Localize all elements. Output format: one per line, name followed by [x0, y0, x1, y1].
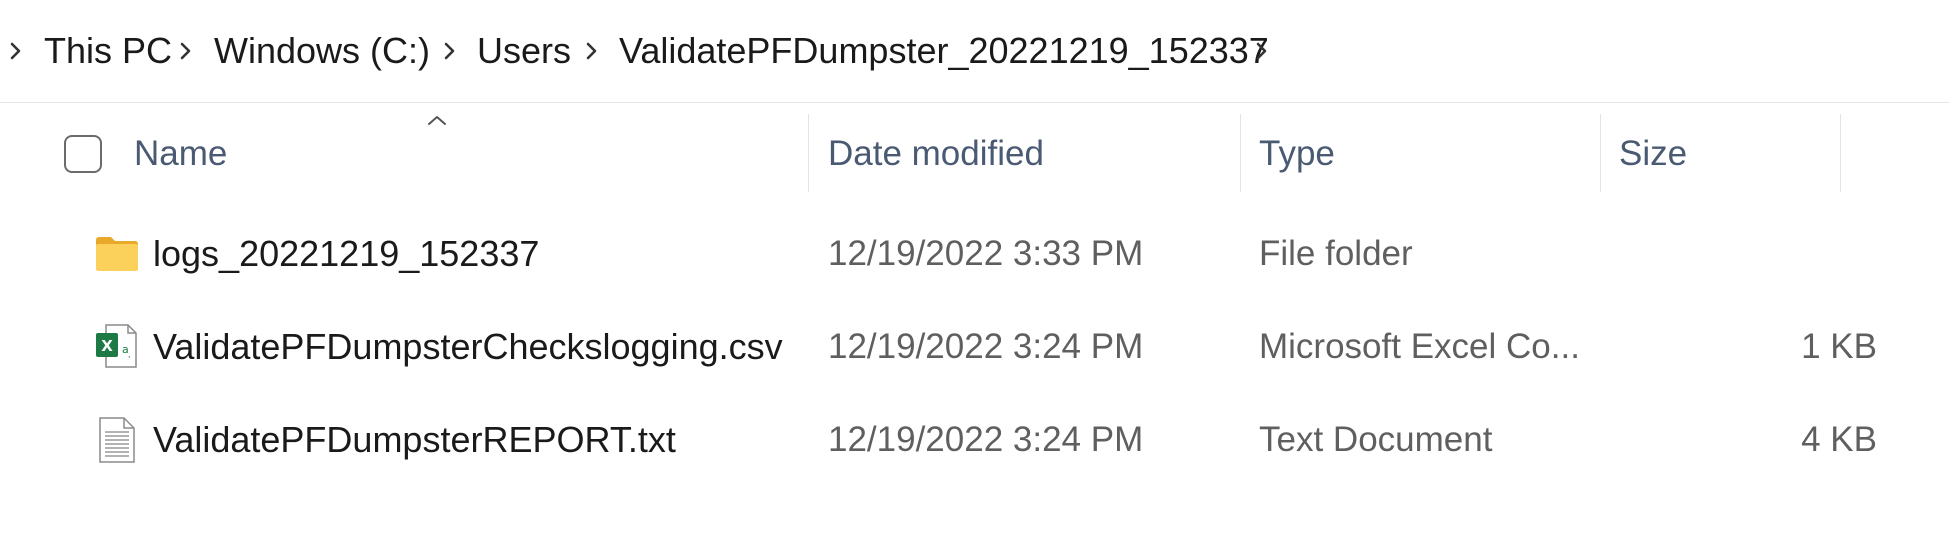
file-type: File folder: [1259, 234, 1413, 273]
file-type: Microsoft Excel Co...: [1259, 327, 1580, 366]
column-divider[interactable]: [1240, 114, 1241, 192]
file-size: 1 KB: [1801, 327, 1877, 366]
column-header-date-modified[interactable]: Date modified: [828, 132, 1044, 176]
text-document-icon: [94, 416, 140, 464]
breadcrumb-item-current-folder[interactable]: ValidatePFDumpster_20221219_152337: [619, 29, 1269, 73]
file-name: ValidatePFDumpsterCheckslogging.csv: [153, 326, 783, 367]
chevron-right-icon[interactable]: [582, 34, 602, 68]
chevron-right-icon[interactable]: [1252, 34, 1272, 68]
column-divider[interactable]: [1600, 114, 1601, 192]
breadcrumb: This PC Windows (C:) Users ValidatePFDum…: [0, 0, 1949, 103]
file-row[interactable]: a , X ValidatePFDumpsterCheckslogging.cs…: [60, 303, 1877, 391]
folder-icon: [94, 230, 140, 278]
file-name: ValidatePFDumpsterREPORT.txt: [153, 419, 676, 460]
column-header-type[interactable]: Type: [1259, 132, 1335, 176]
file-size: 4 KB: [1801, 420, 1877, 459]
file-name: logs_20221219_152337: [153, 233, 540, 274]
file-date-modified: 12/19/2022 3:33 PM: [828, 234, 1144, 273]
file-date-modified: 12/19/2022 3:24 PM: [828, 420, 1144, 459]
chevron-right-icon[interactable]: [440, 34, 460, 68]
column-header-size[interactable]: Size: [1619, 132, 1687, 176]
chevron-right-icon[interactable]: [6, 34, 26, 68]
column-divider[interactable]: [808, 114, 809, 192]
svg-text:,: ,: [128, 350, 131, 359]
breadcrumb-item-users[interactable]: Users: [477, 29, 571, 73]
column-divider[interactable]: [1840, 114, 1841, 192]
breadcrumb-item-this-pc[interactable]: This PC: [44, 29, 172, 73]
file-row[interactable]: logs_20221219_152337 12/19/2022 3:33 PM …: [60, 210, 1840, 298]
excel-csv-icon: a , X: [94, 323, 140, 371]
chevron-right-icon[interactable]: [176, 34, 196, 68]
breadcrumb-item-windows-c[interactable]: Windows (C:): [214, 29, 430, 73]
select-all-checkbox[interactable]: [64, 135, 102, 173]
file-date-modified: 12/19/2022 3:24 PM: [828, 327, 1144, 366]
sort-ascending-icon: [425, 112, 449, 128]
file-explorer-window: This PC Windows (C:) Users ValidatePFDum…: [0, 0, 1949, 542]
file-type: Text Document: [1259, 420, 1493, 459]
file-row[interactable]: ValidatePFDumpsterREPORT.txt 12/19/2022 …: [60, 396, 1877, 484]
column-header-name[interactable]: Name: [134, 132, 227, 176]
svg-text:X: X: [101, 337, 113, 355]
